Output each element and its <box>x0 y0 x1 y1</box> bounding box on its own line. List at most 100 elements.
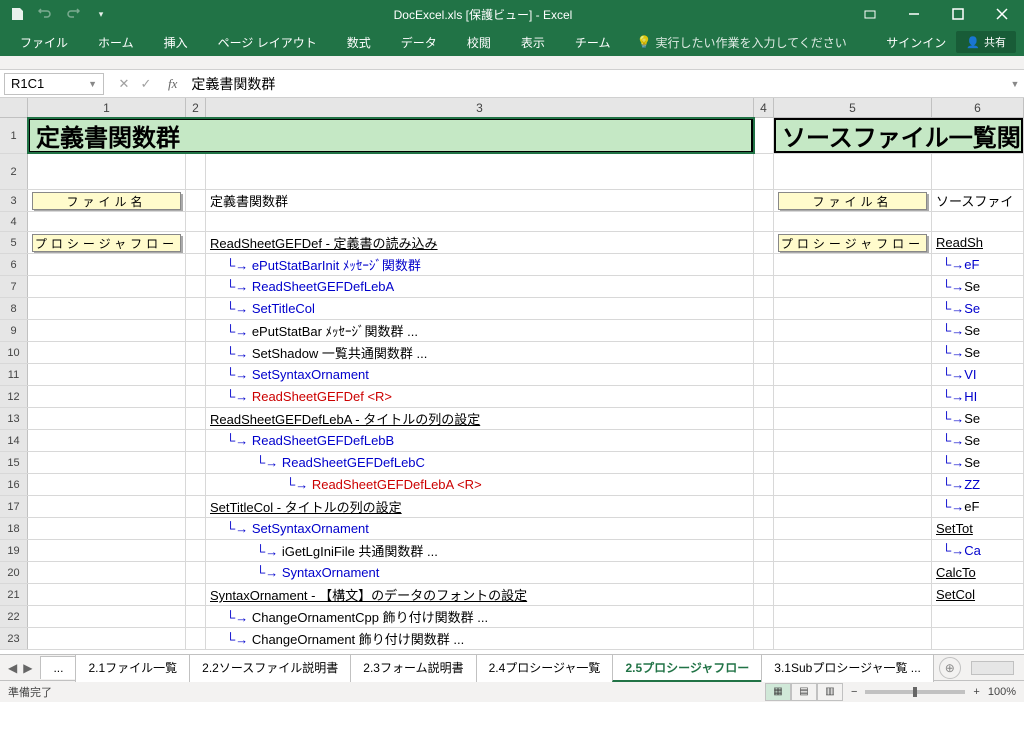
cell[interactable] <box>774 562 932 583</box>
tab-data[interactable]: データ <box>389 28 449 57</box>
horizontal-scrollbar[interactable] <box>971 661 1014 675</box>
ribbon-options-icon[interactable] <box>848 0 892 28</box>
cell[interactable] <box>28 562 186 583</box>
cell[interactable] <box>186 628 206 649</box>
row-header[interactable]: 4 <box>0 212 28 231</box>
cell[interactable] <box>774 584 932 605</box>
row-header[interactable]: 20 <box>0 562 28 583</box>
cell[interactable]: └→ ReadSheetGEFDefLebC <box>206 452 754 473</box>
row-header[interactable]: 13 <box>0 408 28 429</box>
cell[interactable]: └→ Se <box>932 276 1024 297</box>
expand-formula-icon[interactable]: ▼ <box>1006 79 1024 89</box>
tab-home[interactable]: ホーム <box>86 28 146 57</box>
cell[interactable] <box>28 276 186 297</box>
cell[interactable] <box>754 386 774 407</box>
sheet-tab[interactable]: 3.1Subプロシージャ一覧 ... <box>761 654 934 682</box>
sheet-nav-next-icon[interactable]: ▶ <box>23 661 32 675</box>
cell[interactable] <box>28 584 186 605</box>
cell[interactable] <box>754 342 774 363</box>
cell[interactable] <box>186 364 206 385</box>
cell[interactable] <box>206 154 754 189</box>
share-button[interactable]: 👤 共有 <box>956 31 1016 53</box>
cell[interactable] <box>754 408 774 429</box>
cell[interactable]: └→ ChangeOrnamentCpp 飾り付け関数群 ... <box>206 606 754 627</box>
cell[interactable] <box>754 430 774 451</box>
cell[interactable] <box>932 628 1024 649</box>
sheet-tab[interactable]: 2.3フォーム説明書 <box>350 654 476 682</box>
cell[interactable] <box>28 628 186 649</box>
row-header[interactable]: 23 <box>0 628 28 649</box>
cell[interactable]: SetCol <box>932 584 1024 605</box>
cell[interactable] <box>28 342 186 363</box>
select-all-corner[interactable] <box>0 98 28 117</box>
row-header[interactable]: 6 <box>0 254 28 275</box>
cell[interactable] <box>774 408 932 429</box>
cell[interactable] <box>28 496 186 517</box>
cell[interactable] <box>754 232 774 253</box>
cell[interactable]: └→ ZZ <box>932 474 1024 495</box>
cell[interactable] <box>206 212 754 231</box>
cell[interactable] <box>774 452 932 473</box>
cell[interactable]: SetTitleCol - タイトルの列の設定 <box>206 496 754 517</box>
cell[interactable]: └→ HI <box>932 386 1024 407</box>
cell[interactable]: └→ ChangeOrnament 飾り付け関数群 ... <box>206 628 754 649</box>
cell[interactable]: └→ ePutStatBarInit ﾒｯｾｰｼﾞ関数群 <box>206 254 754 275</box>
cell[interactable] <box>754 276 774 297</box>
cell[interactable]: ReadSh <box>932 232 1024 253</box>
cell[interactable] <box>774 474 932 495</box>
row-header[interactable]: 5 <box>0 232 28 253</box>
cell[interactable] <box>28 298 186 319</box>
col-header[interactable]: 3 <box>206 98 754 117</box>
cell[interactable] <box>186 540 206 561</box>
cell[interactable]: SetTot <box>932 518 1024 539</box>
cell[interactable]: ReadSheetGEFDef - 定義書の読み込み <box>206 232 754 253</box>
sheet-tab[interactable]: 2.2ソースファイル説明書 <box>189 654 351 682</box>
cell[interactable] <box>186 452 206 473</box>
undo-icon[interactable] <box>32 2 58 26</box>
zoom-out-icon[interactable]: − <box>851 686 857 698</box>
cell[interactable] <box>754 212 774 231</box>
view-pagelayout-icon[interactable]: ▤ <box>791 683 817 701</box>
cell[interactable] <box>754 606 774 627</box>
signin-link[interactable]: サインイン <box>886 34 946 51</box>
cell[interactable]: ソースファイ <box>932 190 1024 211</box>
cell[interactable] <box>754 154 774 189</box>
cell[interactable] <box>186 212 206 231</box>
cell[interactable]: └→ ReadSheetGEFDefLebB <box>206 430 754 451</box>
tell-me-search[interactable]: 💡 実行したい作業を入力してください <box>636 34 846 51</box>
close-icon[interactable] <box>980 0 1024 28</box>
cell[interactable] <box>754 364 774 385</box>
zoom-slider[interactable] <box>865 690 965 694</box>
cell[interactable] <box>186 562 206 583</box>
fx-icon[interactable]: fx <box>162 76 183 92</box>
cell[interactable] <box>28 452 186 473</box>
cell[interactable]: プロシージャフロー <box>774 232 932 253</box>
view-normal-icon[interactable]: ▦ <box>765 683 791 701</box>
minimize-icon[interactable] <box>892 0 936 28</box>
cell[interactable] <box>186 430 206 451</box>
cell[interactable]: 定義書関数群 <box>206 190 754 211</box>
cell[interactable]: CalcTo <box>932 562 1024 583</box>
sheet-tab[interactable]: 2.5プロシージャフロー <box>612 654 762 682</box>
row-header[interactable]: 15 <box>0 452 28 473</box>
cell[interactable] <box>186 320 206 341</box>
cell[interactable] <box>754 562 774 583</box>
row-header[interactable]: 3 <box>0 190 28 211</box>
sheet-tab[interactable]: 2.4プロシージャ一覧 <box>476 654 614 682</box>
zoom-level[interactable]: 100% <box>988 686 1016 698</box>
cell[interactable]: └→ Ca <box>932 540 1024 561</box>
tab-pagelayout[interactable]: ページ レイアウト <box>206 28 329 57</box>
cancel-formula-icon[interactable]: ✕ <box>114 76 134 92</box>
cell[interactable]: ReadSheetGEFDefLebA - タイトルの列の設定 <box>206 408 754 429</box>
row-header[interactable]: 19 <box>0 540 28 561</box>
maximize-icon[interactable] <box>936 0 980 28</box>
cell[interactable] <box>754 190 774 211</box>
cell[interactable] <box>28 254 186 275</box>
cell[interactable]: └→ VI <box>932 364 1024 385</box>
cell[interactable]: SyntaxOrnament - 【構文】のデータのフォントの設定 <box>206 584 754 605</box>
row-header[interactable]: 22 <box>0 606 28 627</box>
spreadsheet-grid[interactable]: 1 2 3 4 5 6 1定義書関数群ソースファイル一覧関数23ファイル名定義書… <box>0 98 1024 654</box>
row-header[interactable]: 18 <box>0 518 28 539</box>
cell[interactable] <box>754 118 774 153</box>
cell[interactable] <box>754 518 774 539</box>
